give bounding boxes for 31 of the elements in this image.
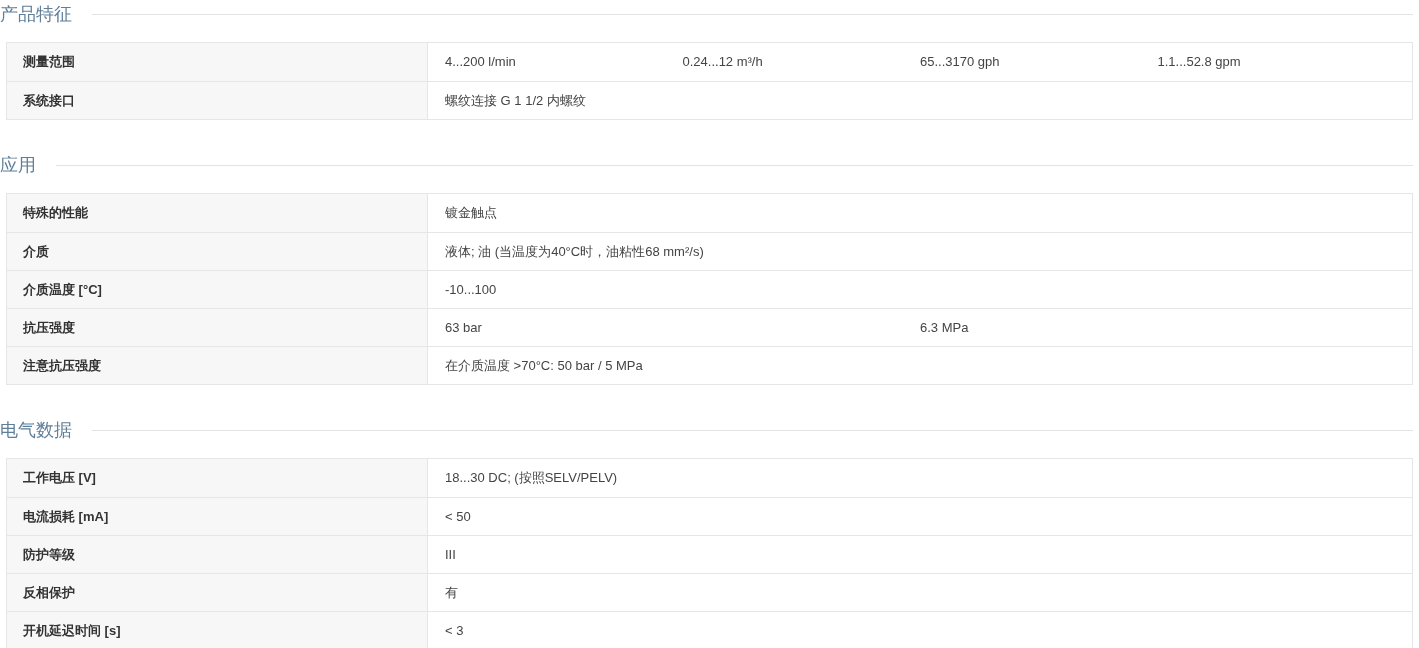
label-cell: 介质温度 [°C] — [7, 271, 428, 308]
value-cell-text: 4...200 l/min — [445, 53, 516, 71]
label-cell: 抗压强度 — [7, 309, 428, 346]
label-cell: 介质 — [7, 233, 428, 270]
label-cell: 开机延迟时间 [s] — [7, 612, 428, 648]
label-cell: 电流损耗 [mA] — [7, 498, 428, 535]
value-cell-text: 18...30 DC; (按照SELV/PELV) — [445, 469, 618, 487]
section-heading: 产品特征 — [0, 2, 72, 26]
value-cell-text: 6.3 MPa — [920, 318, 969, 337]
label-cell: 反相保护 — [7, 574, 428, 611]
label-cell: 注意抗压强度 — [7, 347, 428, 384]
label-cell: 系统接口 — [7, 82, 428, 119]
value-cell-text: III — [445, 545, 456, 564]
label-cell: 工作电压 [V] — [7, 459, 428, 497]
value-cell-text: < 3 — [445, 621, 464, 640]
value-cell-text: -10...100 — [445, 280, 497, 299]
value-cell-text: 63 bar — [445, 318, 482, 337]
value-cell-text: 螺纹连接 G 1 1/2 内螺纹 — [445, 91, 586, 110]
value-cell-text: 1.1...52.8 gpm — [1157, 53, 1241, 71]
section-heading: 应用 — [0, 153, 36, 177]
label-cell: 测量范围 — [7, 43, 428, 81]
value-cell-text: 有 — [445, 583, 458, 602]
value-cell-text: 镀金触点 — [445, 204, 497, 222]
section-heading: 电气数据 — [0, 418, 72, 442]
value-cell-text: 在介质温度 >70°C: 50 bar / 5 MPa — [445, 356, 643, 375]
value-cell-text: 0.24...12 m³/h — [682, 53, 763, 71]
value-cell-text: 液体; 油 (当温度为40°C时，油粘性68 mm²/s) — [445, 242, 704, 261]
label-cell: 防护等级 — [7, 536, 428, 573]
value-cell-text: < 50 — [445, 507, 471, 526]
value-cell-text: 65...3170 gph — [920, 53, 1000, 71]
label-cell: 特殊的性能 — [7, 194, 428, 232]
